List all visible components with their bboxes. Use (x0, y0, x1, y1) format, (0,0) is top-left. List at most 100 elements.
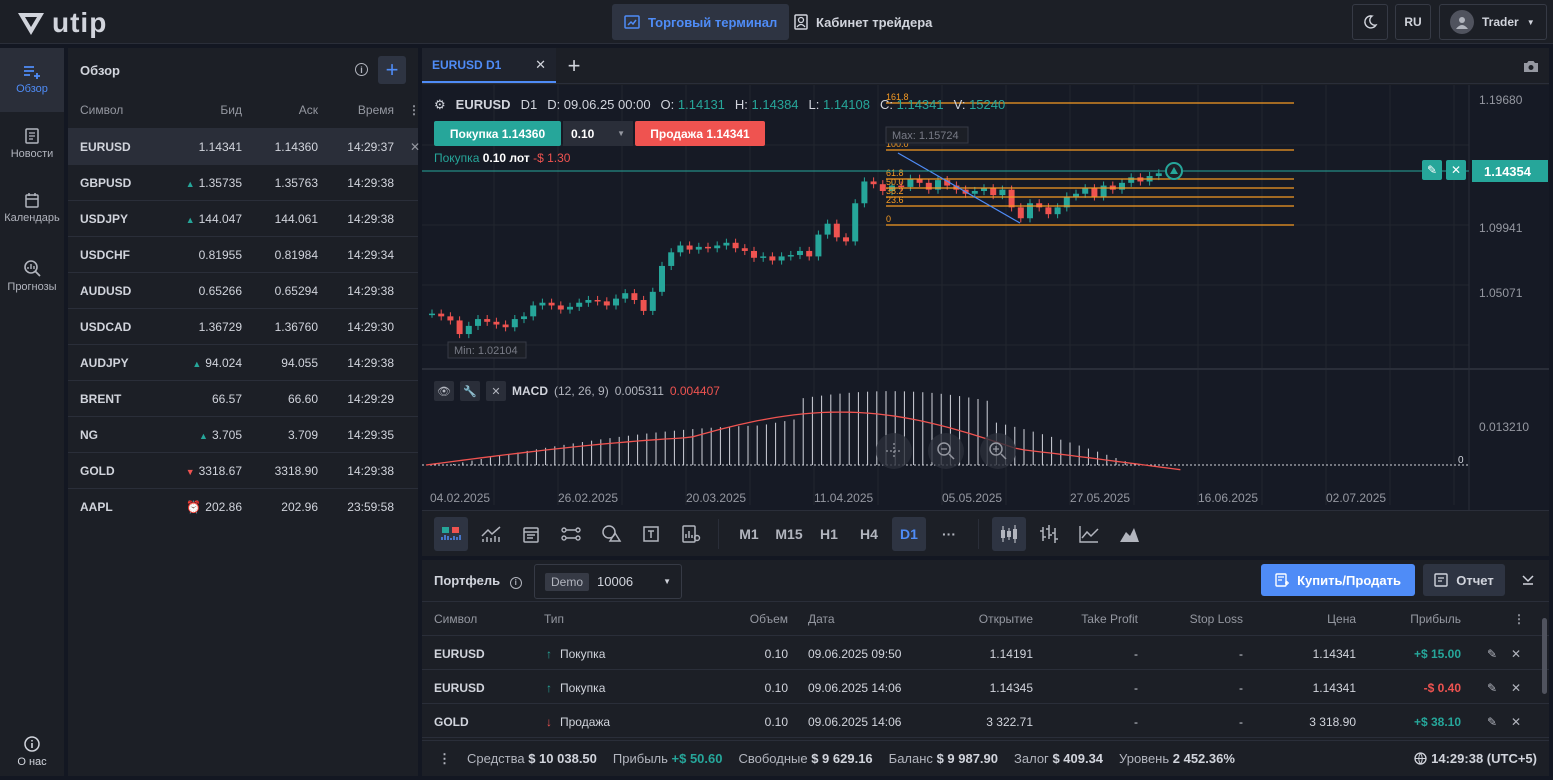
candle (778, 256, 785, 261)
candle (1155, 173, 1162, 177)
chart-type-area[interactable] (1112, 517, 1146, 551)
nav-trading-terminal[interactable]: Торговый терминал (612, 4, 790, 40)
tf-m1[interactable]: M1 (732, 517, 766, 551)
report-icon (1434, 573, 1448, 587)
list-item[interactable]: EURUSD 1.14341 1.14360 14:29:37 ✕ (68, 128, 420, 164)
list-item[interactable]: GOLD ▼ 3318.67 3318.90 14:29:38 (68, 452, 418, 488)
col-date[interactable]: Дата (808, 612, 835, 626)
scrollbar[interactable] (1542, 618, 1547, 694)
table-row[interactable]: EURUSD ↑ Покупка 0.10 09.06.2025 14:06 1.1434… (422, 670, 1549, 704)
close-icon[interactable]: ✕ (1511, 681, 1521, 695)
tf-more[interactable]: ··· (932, 517, 966, 551)
edit-order-button[interactable]: ✎ (1422, 160, 1442, 180)
moon-icon (1364, 15, 1378, 29)
sell-button[interactable]: Продажа 1.14341 (635, 121, 765, 146)
buy-sell-button[interactable]: Купить/Продать (1261, 564, 1415, 596)
lot-select[interactable]: 0.10 ▼ (563, 121, 633, 146)
col-type[interactable]: Тип (544, 612, 564, 626)
position-lot: 0.10 лот (482, 151, 530, 165)
tf-h1[interactable]: H1 (812, 517, 846, 551)
sidebar-item-news[interactable]: Новости (0, 112, 64, 176)
sidebar-item-about[interactable]: О нас (0, 720, 64, 780)
report-button[interactable]: Отчет (1423, 564, 1505, 596)
nav-trader-cabinet[interactable]: Кабинет трейдера (782, 4, 944, 40)
bid-value: ▼ 3318.67 (185, 463, 242, 478)
col-profit[interactable]: Прибыль (1410, 612, 1461, 626)
chart-type-bars[interactable] (1032, 517, 1066, 551)
logo[interactable]: utip (16, 7, 107, 39)
analysis-tool[interactable] (674, 517, 708, 551)
col-ask[interactable]: Аск (242, 103, 318, 117)
chart-area[interactable]: 1.19680 1.09941 1.05071 0.013210 0 04.02.2025… (422, 85, 1549, 510)
camera-icon[interactable] (1513, 48, 1549, 84)
chart-type-line[interactable] (1072, 517, 1106, 551)
col-symbol[interactable]: Символ (434, 612, 477, 626)
account-select[interactable]: Demo 10006 ▼ (534, 564, 682, 599)
col-open[interactable]: Открытие (979, 612, 1033, 626)
sidebar-item-calendar[interactable]: Календарь (0, 176, 64, 240)
watchlist-header: Обзор i + (68, 48, 418, 92)
tf-m15[interactable]: M15 (772, 517, 806, 551)
calendar-tool[interactable] (514, 517, 548, 551)
more-vertical-icon[interactable]: ⋮ (438, 751, 451, 767)
indicators-tool[interactable] (434, 517, 468, 551)
list-item[interactable]: AUDUSD 0.65266 0.65294 14:29:38 (68, 272, 418, 308)
shapes-tool[interactable] (594, 517, 628, 551)
close-icon[interactable]: ✕ (535, 57, 546, 73)
collapse-icon[interactable] (1521, 572, 1535, 589)
candles-indicator-icon (441, 527, 461, 540)
table-row[interactable]: GOLD ↓ Продажа 0.10 09.06.2025 14:06 3 322.71… (422, 704, 1549, 738)
close-order-button[interactable]: ✕ (1446, 160, 1466, 180)
list-item[interactable]: USDJPY ▲ 144.047 144.061 14:29:38 (68, 200, 418, 236)
legend-low: L: 1.14108 (808, 97, 870, 112)
add-symbol-button[interactable]: + (378, 56, 406, 84)
edit-icon[interactable]: ✎ (1487, 647, 1497, 661)
theme-toggle-button[interactable] (1352, 4, 1388, 40)
list-item[interactable]: USDCAD 1.36729 1.36760 14:29:30 (68, 308, 418, 344)
trend-tool[interactable] (474, 517, 508, 551)
list-item[interactable]: AAPL ⏰ 202.86 202.96 23:59:58 (68, 488, 418, 524)
chart-type-candles[interactable] (992, 517, 1026, 551)
tf-d1[interactable]: D1 (892, 517, 926, 551)
price-chart[interactable]: 1.19680 1.09941 1.05071 0.013210 0 04.02.2025… (422, 85, 1549, 510)
text-tool[interactable] (634, 517, 668, 551)
more-vertical-icon[interactable]: ⋮ (1513, 612, 1525, 626)
settings-icon[interactable]: ⚙ (434, 97, 446, 113)
user-menu[interactable]: Trader ▼ (1439, 4, 1547, 40)
list-item[interactable]: AUDJPY ▲ 94.024 94.055 14:29:38 (68, 344, 418, 380)
language-button[interactable]: RU (1395, 4, 1431, 40)
col-take-profit[interactable]: Take Profit (1081, 612, 1138, 626)
col-time[interactable]: Время (318, 103, 394, 117)
close-icon[interactable]: ✕ (486, 381, 506, 401)
tf-h4[interactable]: H4 (852, 517, 886, 551)
list-item[interactable]: USDCHF 0.81955 0.81984 14:29:34 (68, 236, 418, 272)
edit-icon[interactable]: ✎ (1487, 715, 1497, 729)
list-item[interactable]: GBPUSD ▲ 1.35735 1.35763 14:29:38 (68, 164, 418, 200)
position-type: ↑ Покупка (546, 647, 606, 661)
legend-volume: V: 15240 (953, 97, 1006, 112)
line-tool[interactable] (554, 517, 588, 551)
add-tab-button[interactable]: + (556, 48, 592, 83)
list-item[interactable]: NG ▲ 3.705 3.709 14:29:35 (68, 416, 418, 452)
col-stop-loss[interactable]: Stop Loss (1190, 612, 1243, 626)
edit-icon[interactable]: ✎ (1487, 681, 1497, 695)
col-bid[interactable]: Бид (168, 103, 242, 117)
sidebar-item-label: Прогнозы (7, 281, 57, 293)
candle (925, 182, 932, 190)
sidebar-item-forecasts[interactable]: Прогнозы (0, 244, 64, 308)
time-value: 14:29:38 (347, 463, 394, 478)
close-icon[interactable]: ✕ (1511, 715, 1521, 729)
eye-icon[interactable]: 👁 (434, 381, 454, 401)
col-volume[interactable]: Объем (750, 612, 788, 626)
wrench-icon[interactable]: 🔧 (460, 381, 480, 401)
position-profit: +$ 15.00 (1413, 647, 1461, 661)
close-icon[interactable]: ✕ (1511, 647, 1521, 661)
info-icon[interactable]: i (355, 63, 368, 76)
col-symbol[interactable]: Символ (80, 103, 168, 117)
buy-button[interactable]: Покупка 1.14360 (434, 121, 561, 146)
tab-eurusd-d1[interactable]: EURUSD D1 ✕ (422, 48, 556, 83)
col-price[interactable]: Цена (1327, 612, 1356, 626)
table-row[interactable]: EURUSD ↑ Покупка 0.10 09.06.2025 09:50 1.1419… (422, 636, 1549, 670)
sidebar-item-overview[interactable]: Обзор (0, 48, 64, 112)
list-item[interactable]: BRENT 66.57 66.60 14:29:29 (68, 380, 418, 416)
